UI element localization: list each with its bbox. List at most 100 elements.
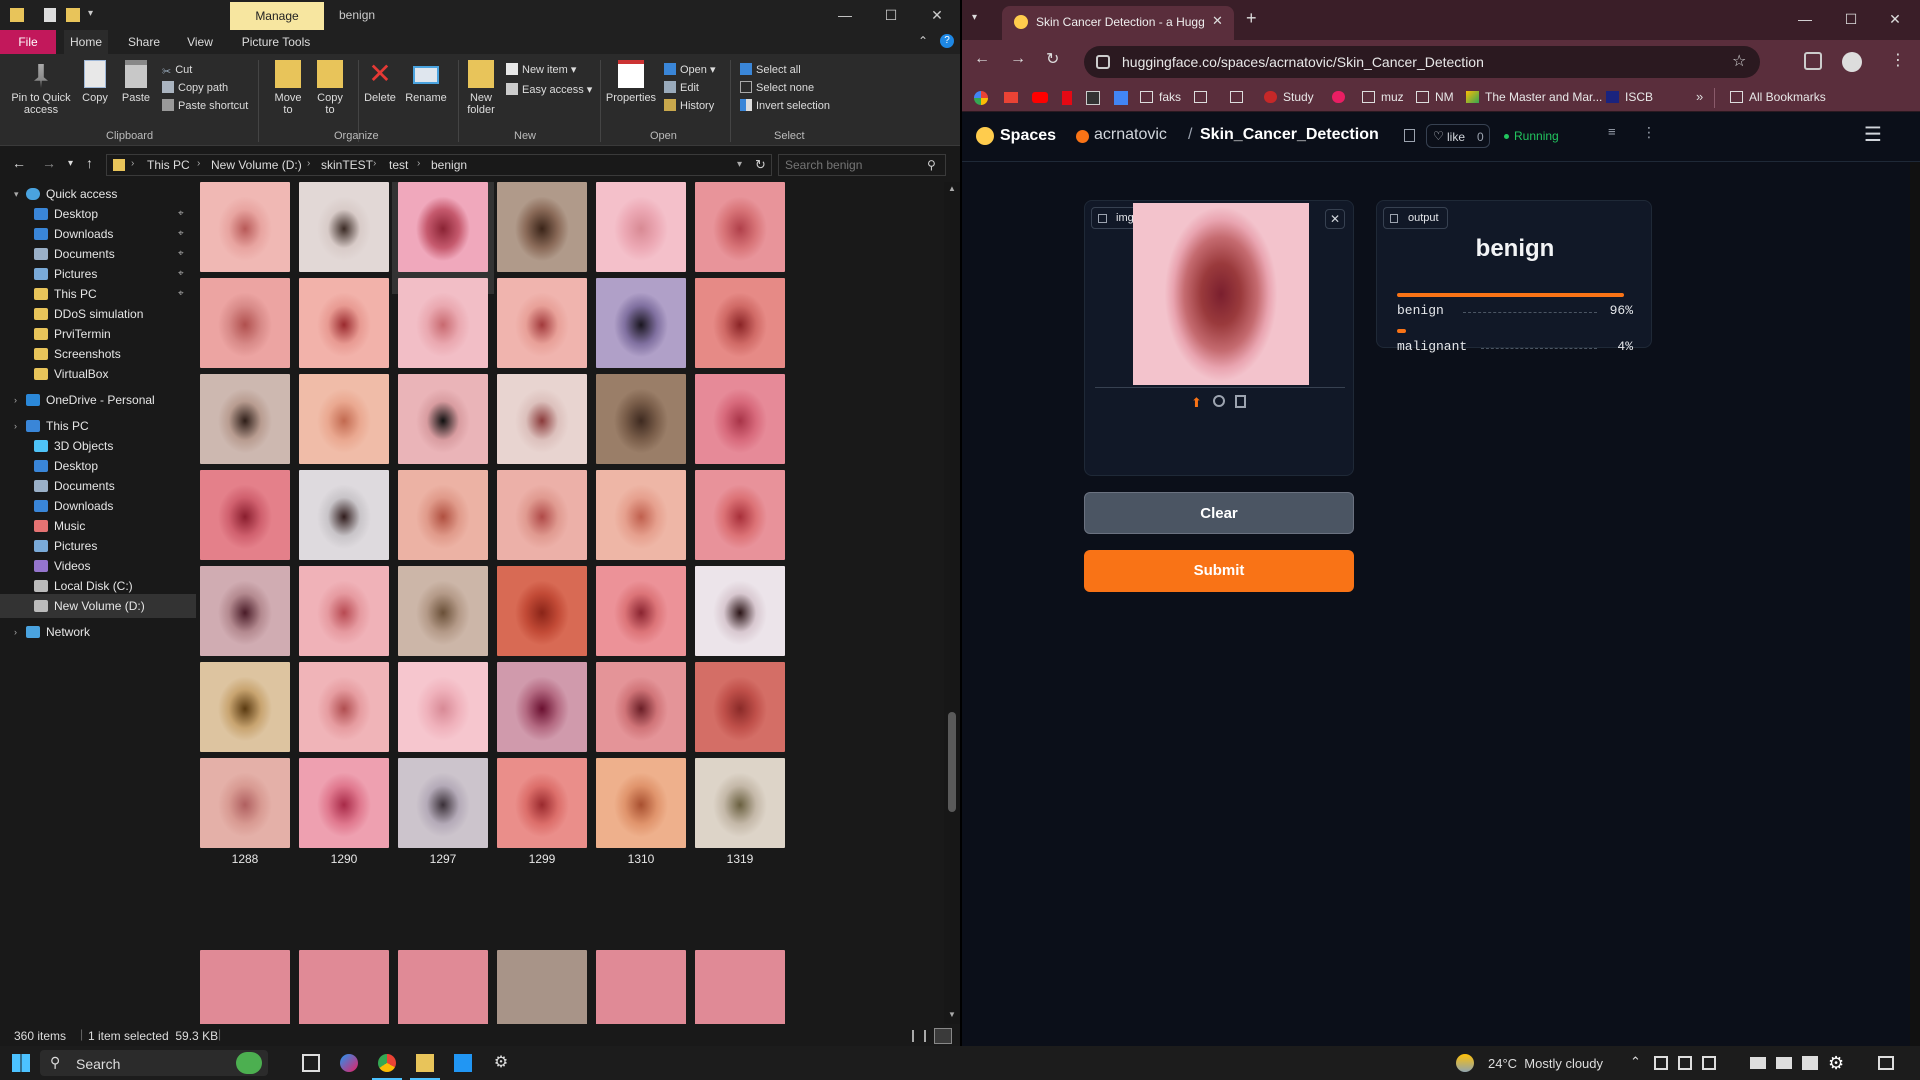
vertical-scrollbar[interactable]: ▲ ▼ <box>944 182 960 1024</box>
submit-button[interactable]: Submit <box>1084 550 1354 592</box>
confidence-row-benign[interactable]: benign 96% <box>1397 303 1633 318</box>
tray-app-icon[interactable] <box>1702 1056 1716 1070</box>
search-icon[interactable]: ⚲ <box>927 158 936 172</box>
file-name[interactable]: 1288 <box>200 852 300 866</box>
new-tab-icon[interactable]: + <box>1246 8 1257 29</box>
scrollbar-thumb[interactable] <box>948 712 956 812</box>
file-thumbnail[interactable] <box>200 470 290 560</box>
upload-icon[interactable]: ⬆ <box>1191 395 1202 411</box>
file-thumbnail[interactable] <box>398 182 488 272</box>
maximize-icon[interactable]: ☐ <box>1828 4 1874 34</box>
close-icon[interactable]: ✕ <box>914 0 960 30</box>
file-thumbnail[interactable] <box>200 374 290 464</box>
history-button[interactable]: History <box>664 98 714 114</box>
file-thumbnail[interactable] <box>695 182 785 272</box>
help-icon[interactable]: ? <box>940 34 954 48</box>
bookmark-muz[interactable]: muz <box>1362 90 1404 104</box>
rename-button[interactable]: Rename <box>404 60 448 104</box>
file-thumbnail[interactable] <box>596 470 686 560</box>
file-thumbnail[interactable] <box>596 950 686 1024</box>
chrome-taskbar-icon[interactable] <box>378 1054 396 1072</box>
properties-icon[interactable] <box>44 8 56 22</box>
file-thumbnail[interactable] <box>596 278 686 368</box>
delete-button[interactable]: ✕ Delete <box>362 60 398 105</box>
file-thumbnail[interactable] <box>299 950 389 1024</box>
file-thumbnail[interactable] <box>398 758 488 848</box>
nav-item-new-volume-d[interactable]: New Volume (D:) <box>0 594 196 618</box>
scroll-up-icon[interactable]: ▲ <box>948 184 956 193</box>
browser-tab[interactable]: Skin Cancer Detection - a Hugg ✕ <box>1002 6 1234 40</box>
search-box[interactable]: ⚲ <box>778 154 946 176</box>
tab-home[interactable]: Home <box>64 30 108 54</box>
file-thumbnail[interactable] <box>200 278 290 368</box>
show-hidden-icons-icon[interactable]: ⌃ <box>1630 1054 1641 1070</box>
close-tab-icon[interactable]: ✕ <box>1212 13 1223 29</box>
bookmark-folder[interactable] <box>1230 90 1249 104</box>
like-button[interactable]: ♡ like 0 <box>1426 124 1490 148</box>
file-thumbnail[interactable] <box>299 566 389 656</box>
file-thumbnail[interactable] <box>497 182 587 272</box>
new-folder-icon[interactable] <box>66 8 80 22</box>
file-name[interactable]: 1310 <box>586 852 696 866</box>
video-record-icon[interactable] <box>1776 1057 1792 1069</box>
file-thumbnail[interactable] <box>695 662 785 752</box>
file-thumbnail[interactable] <box>695 566 785 656</box>
settings-gear-icon[interactable]: ⚙ <box>1828 1054 1846 1072</box>
file-thumbnail[interactable] <box>497 470 587 560</box>
file-thumbnail[interactable] <box>695 470 785 560</box>
tab-view[interactable]: View <box>178 30 222 54</box>
chevron-down-icon[interactable]: ▾ <box>88 8 93 19</box>
more-options-icon[interactable]: ⋮ <box>1642 124 1656 141</box>
tab-picture-tools[interactable]: Picture Tools <box>236 30 316 54</box>
file-thumbnail[interactable] <box>200 758 290 848</box>
file-thumbnail[interactable] <box>695 374 785 464</box>
file-thumbnail[interactable] <box>398 662 488 752</box>
file-thumbnail[interactable] <box>398 566 488 656</box>
breadcrumb-this-pc[interactable]: This PC <box>147 158 190 172</box>
file-thumbnail[interactable] <box>398 950 488 1024</box>
gmail-icon[interactable] <box>1004 92 1018 103</box>
tab-file[interactable]: File <box>0 30 56 54</box>
notifications-icon[interactable] <box>1878 1056 1894 1070</box>
file-thumbnail[interactable] <box>299 278 389 368</box>
settings-gear-icon[interactable]: ⚙ <box>492 1054 510 1072</box>
bookmark-nm[interactable]: NM <box>1416 90 1454 104</box>
expand-chevron-icon[interactable]: › <box>14 620 17 644</box>
clipboard-paste-icon[interactable] <box>1235 395 1246 408</box>
url-text[interactable]: huggingface.co/spaces/acrnatovic/Skin_Ca… <box>1122 54 1484 70</box>
logs-icon[interactable]: ≡ <box>1608 124 1616 139</box>
file-thumbnail[interactable] <box>596 374 686 464</box>
clear-button[interactable]: Clear <box>1084 492 1354 534</box>
back-arrow-icon[interactable]: ← <box>12 155 26 171</box>
vscode-taskbar-icon[interactable] <box>454 1054 472 1072</box>
large-icons-view-icon[interactable] <box>934 1028 952 1044</box>
bookmark-study[interactable]: Study <box>1264 90 1314 104</box>
bookmark-faks[interactable]: faks <box>1140 90 1181 104</box>
refresh-icon[interactable]: ↻ <box>755 157 766 173</box>
address-bar[interactable]: › This PC › New Volume (D:) › skinTEST ›… <box>106 154 772 176</box>
file-explorer-taskbar-icon[interactable] <box>416 1054 434 1072</box>
bookmark-iscb[interactable]: ISCB <box>1606 90 1653 104</box>
paste-button[interactable]: Paste <box>118 60 154 104</box>
copy-to-button[interactable]: Copy to <box>312 60 348 116</box>
cut-button[interactable]: ✂ Cut <box>162 62 192 78</box>
task-view-icon[interactable] <box>302 1054 320 1072</box>
search-input[interactable] <box>785 158 915 172</box>
select-none-button[interactable]: Select none <box>740 80 814 96</box>
file-thumbnail[interactable] <box>299 662 389 752</box>
close-icon[interactable]: ✕ <box>1872 4 1918 34</box>
file-thumbnail[interactable] <box>497 278 587 368</box>
nav-item-virtualbox[interactable]: VirtualBox <box>0 362 196 386</box>
file-thumbnail[interactable] <box>200 566 290 656</box>
file-thumbnail[interactable] <box>596 758 686 848</box>
file-thumbnail[interactable] <box>200 950 290 1024</box>
minimize-icon[interactable]: — <box>1782 4 1828 34</box>
file-thumbnail[interactable] <box>398 470 488 560</box>
nav-item-network[interactable]: › Network <box>0 620 196 644</box>
tab-manage[interactable]: Manage <box>230 2 324 30</box>
profile-avatar[interactable] <box>1842 52 1862 72</box>
easy-access-button[interactable]: Easy access ▾ <box>506 82 592 98</box>
file-name[interactable]: 1297 <box>388 852 498 866</box>
file-thumbnail[interactable] <box>596 662 686 752</box>
confidence-row-malignant[interactable]: malignant 4% <box>1397 339 1633 354</box>
